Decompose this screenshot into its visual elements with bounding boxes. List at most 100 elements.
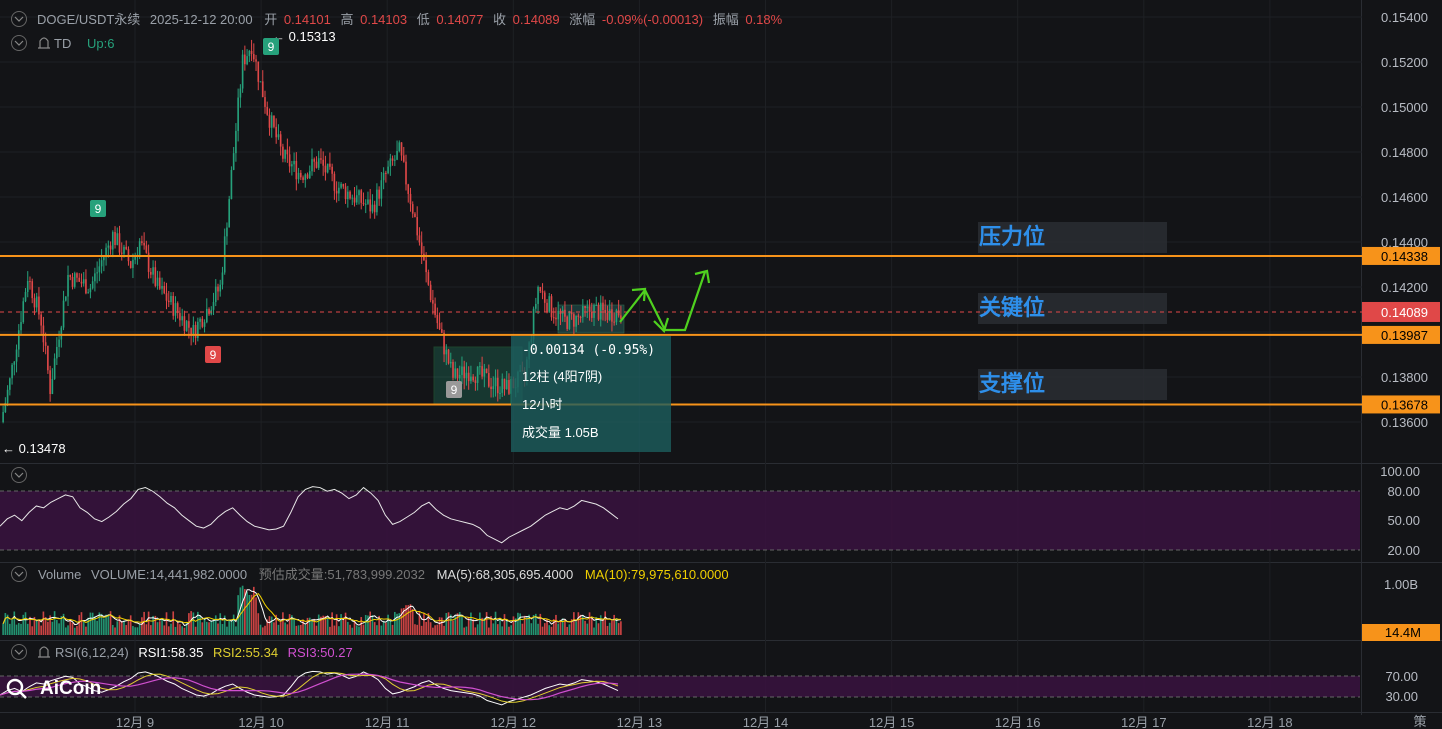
volume-bar: [494, 611, 497, 635]
volume-bar: [331, 612, 333, 635]
candle-body: [174, 303, 177, 316]
candle-body: [588, 306, 591, 312]
candle-body: [322, 159, 325, 166]
volume-bar: [436, 624, 439, 635]
candle-body: [261, 81, 264, 98]
volume-bar: [91, 612, 94, 635]
candle-body: [266, 106, 269, 115]
candle-body: [617, 310, 620, 316]
candle-body: [418, 235, 421, 243]
time-tick-2: 12月 11: [365, 715, 410, 729]
svg-text:9: 9: [210, 348, 217, 362]
price-tick-2: 0.15000: [1381, 100, 1428, 115]
candle-body: [331, 166, 333, 174]
price-tick-9: 0.13600: [1381, 415, 1428, 430]
candle-body: [42, 325, 45, 343]
candle-body: [158, 277, 161, 289]
candle-body: [599, 302, 602, 320]
header-datetime: 2025-12-12 20:00: [150, 12, 253, 27]
volume-bar: [270, 616, 273, 635]
volume-bar: [136, 627, 139, 635]
candle-body: [575, 315, 577, 327]
volume-bar: [158, 621, 161, 635]
candle-body: [20, 322, 22, 331]
candle-body: [454, 368, 457, 378]
volume-bar: [420, 625, 423, 635]
volume-bar: [156, 622, 159, 635]
volume-bar: [393, 611, 396, 635]
volume-bar: [35, 619, 38, 635]
candle-body: [237, 97, 239, 131]
candle-body: [107, 245, 110, 248]
volume-bar: [503, 614, 506, 635]
volume-bar: [226, 626, 228, 635]
candle-body: [411, 204, 414, 214]
candle-body: [391, 158, 394, 161]
volume-bar: [611, 620, 613, 635]
strategy-button[interactable]: 策: [1413, 714, 1426, 729]
svg-text:0.14089: 0.14089: [1381, 305, 1428, 320]
candle-body: [11, 364, 13, 379]
candle-body: [409, 193, 412, 205]
low-marker: ← 0.13478: [2, 441, 66, 456]
volume-bar: [447, 612, 450, 635]
volume-bar: [463, 627, 466, 635]
candle-body: [6, 389, 9, 403]
rsi-tick-0: 100.00: [1380, 464, 1420, 479]
candle-body: [33, 298, 36, 308]
candle-body: [302, 177, 304, 180]
volume-bar: [472, 619, 474, 635]
candle-body: [80, 281, 83, 284]
candle-body: [456, 368, 459, 379]
volume-bar: [297, 625, 300, 635]
candle-body: [259, 81, 262, 83]
volume-bar: [349, 624, 351, 635]
volume-bar: [111, 624, 114, 635]
volume-bar: [40, 625, 42, 635]
candle-body: [129, 261, 132, 268]
candle-body: [447, 349, 450, 364]
volume-bar: [141, 617, 143, 635]
rsi-band: [0, 491, 1360, 550]
candle-body: [188, 321, 190, 328]
volume-bar: [552, 619, 555, 635]
volume-bar: [268, 616, 271, 635]
candle-body: [58, 339, 60, 347]
volume-bar: [492, 623, 495, 635]
volume-bar: [593, 627, 595, 635]
rsi-bottom-header: RSI(6,12,24) RSI1:58.35 RSI2:55.34 RSI3:…: [11, 644, 353, 660]
candle-body: [60, 327, 63, 340]
candle-body: [252, 54, 255, 60]
close-value: 0.14089: [513, 12, 560, 27]
candle-body: [380, 180, 383, 199]
candle-body: [49, 370, 51, 395]
volume-bar: [9, 623, 11, 635]
candle-body: [385, 172, 387, 174]
price-chart[interactable]: 0.154000.152000.150000.148000.146000.144…: [0, 0, 1442, 729]
candle-body: [595, 305, 598, 307]
svg-text:9: 9: [268, 40, 275, 54]
candle-body: [470, 376, 472, 382]
candle-body: [608, 309, 611, 320]
candle-body: [47, 345, 49, 371]
volume-bar: [116, 621, 119, 635]
volume-bar: [299, 625, 302, 635]
candle-body: [183, 316, 186, 331]
time-tick-7: 12月 16: [995, 715, 1041, 729]
measure-bars: 12柱 (4阳7阴): [522, 369, 602, 384]
candle-body: [87, 292, 89, 294]
candle-body: [449, 361, 452, 364]
volume-bar: [38, 620, 40, 635]
volume-bar: [282, 612, 284, 635]
volume-bar: [329, 626, 331, 635]
candle-body: [485, 368, 488, 374]
svg-text:14.4M: 14.4M: [1385, 625, 1421, 640]
td-mark-2: 9: [263, 38, 279, 55]
candle-body: [13, 361, 16, 365]
candle-body: [503, 378, 506, 390]
candle-body: [264, 97, 266, 107]
candle-body: [590, 311, 593, 318]
candle-body: [152, 267, 154, 275]
candle-body: [125, 246, 128, 250]
candle-body: [414, 213, 416, 218]
